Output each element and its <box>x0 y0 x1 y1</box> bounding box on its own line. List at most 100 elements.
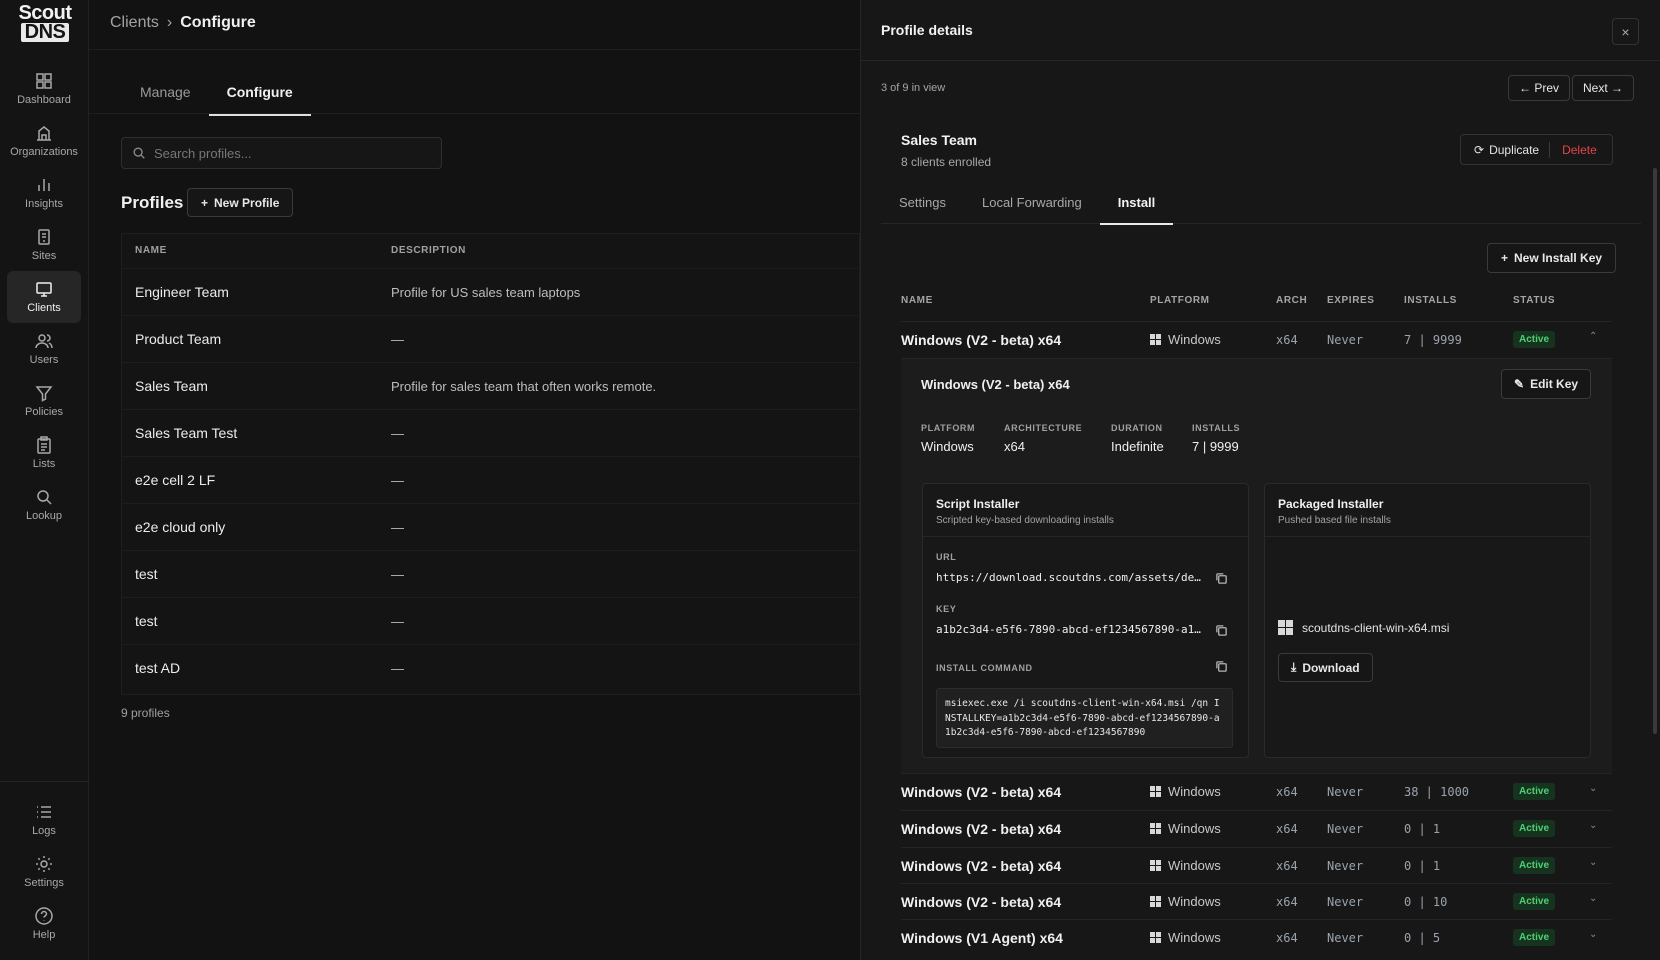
chevron-down-icon[interactable]: ⌄ <box>1589 893 1597 904</box>
install-command-value[interactable]: msiexec.exe /i scoutdns-client-win-x64.m… <box>936 688 1233 748</box>
tab-install[interactable]: Install <box>1099 183 1174 225</box>
meta-installs: INSTALLS 7 | 9999 <box>1192 423 1240 454</box>
profile-description: — <box>391 660 404 676</box>
new-profile-button[interactable]: + New Profile <box>187 188 294 217</box>
table-row[interactable]: Windows (V2 - beta) x64 Windows x64 Neve… <box>901 810 1612 847</box>
bar-chart-icon <box>38 179 50 191</box>
table-row[interactable]: e2e cell 2 LF — <box>122 456 861 503</box>
users-icon <box>35 334 53 349</box>
status-badge: Active <box>1513 331 1556 348</box>
new-install-key-button[interactable]: + New Install Key <box>1487 243 1617 273</box>
chevron-down-icon[interactable]: ⌄ <box>1589 929 1597 940</box>
table-row[interactable]: Sales Team Test — <box>122 409 861 456</box>
table-row[interactable]: Windows (V2 - beta) x64 Windows x64 Neve… <box>901 847 1612 884</box>
list-icon <box>37 806 51 818</box>
status-badge: Active <box>1513 820 1556 837</box>
chevron-down-icon[interactable]: ⌄ <box>1589 857 1597 868</box>
tab-local-forwarding[interactable]: Local Forwarding <box>964 183 1100 224</box>
sidebar-item-lookup[interactable]: Lookup <box>7 479 81 531</box>
key-arch: x64 <box>1276 333 1298 347</box>
sidebar-item-dashboard[interactable]: Dashboard <box>7 63 81 115</box>
meta-value: Indefinite <box>1111 439 1164 454</box>
sidebar-item-insights[interactable]: Insights <box>7 167 81 219</box>
meta-label: DURATION <box>1111 423 1163 433</box>
table-row[interactable]: Product Team — <box>122 315 861 362</box>
breadcrumb-separator: › <box>166 14 173 31</box>
key-name: Windows (V2 - beta) x64 <box>901 858 1062 874</box>
tab-manage[interactable]: Manage <box>122 70 209 116</box>
tab-configure[interactable]: Configure <box>208 70 311 116</box>
copy-url-button[interactable] <box>1215 572 1227 584</box>
logo[interactable]: Scout DNS <box>17 3 73 42</box>
table-row[interactable]: Windows (V2 - beta) x64 Windows x64 Neve… <box>901 321 1612 358</box>
tab-settings[interactable]: Settings <box>881 183 964 224</box>
card-subtitle: Scripted key-based downloading installs <box>936 515 1114 526</box>
column-header-name: NAME <box>901 295 933 306</box>
building-icon <box>37 126 51 141</box>
profile-name: e2e cloud only <box>135 519 226 535</box>
key-expires: Never <box>1327 931 1364 945</box>
table-row[interactable]: Sales Team Profile for sales team that of… <box>122 362 861 409</box>
sidebar-item-help[interactable]: Help <box>7 898 81 950</box>
prev-button[interactable]: ← Prev <box>1508 75 1571 101</box>
enrolled-count: 8 clients enrolled <box>901 155 992 169</box>
key-expires: Never <box>1327 333 1364 347</box>
windows-icon <box>1150 786 1161 797</box>
profile-details-drawer: Profile details × 3 of 9 in view ← Prev … <box>860 0 1660 960</box>
close-button[interactable]: × <box>1612 18 1639 45</box>
table-row[interactable]: Windows (V1 Agent) x64 Windows x64 Never… <box>901 919 1612 956</box>
sidebar-item-settings[interactable]: Settings <box>7 846 81 898</box>
platform-label: Windows <box>1168 930 1221 945</box>
table-row[interactable]: e2e cloud only — <box>122 503 861 550</box>
table-row[interactable]: Windows (V2 - beta) x64 Windows x64 Neve… <box>901 883 1612 920</box>
copy-key-button[interactable] <box>1215 624 1227 636</box>
sidebar-item-policies[interactable]: Policies <box>7 375 81 427</box>
download-icon: ⤓ <box>1291 660 1297 674</box>
edit-key-label: Edit Key <box>1530 377 1579 391</box>
table-row[interactable]: test AD — <box>122 644 861 691</box>
breadcrumb-parent[interactable]: Clients <box>110 14 159 32</box>
help-icon <box>35 907 53 925</box>
windows-icon <box>1278 620 1293 635</box>
sidebar-item-logs[interactable]: Logs <box>7 794 81 846</box>
duplicate-button[interactable]: ⟳ Duplicate <box>1461 143 1549 157</box>
edit-key-button[interactable]: ✎ Edit Key <box>1501 369 1592 399</box>
chevron-up-icon[interactable]: ⌃ <box>1589 331 1597 342</box>
next-button[interactable]: Next → <box>1572 75 1635 101</box>
installer-file: scoutdns-client-win-x64.msi <box>1278 620 1449 635</box>
sidebar: Scout DNS Dashboard Organizations Insigh… <box>0 0 89 960</box>
table-row[interactable]: Windows (V2 - beta) x64 Windows x64 Neve… <box>901 773 1612 810</box>
url-value[interactable]: https://download.scoutdns.com/assets/de… <box>936 571 1201 584</box>
sidebar-item-sites[interactable]: Sites <box>7 219 81 271</box>
key-name: Windows (V2 - beta) x64 <box>901 894 1062 910</box>
delete-button[interactable]: Delete <box>1550 143 1609 157</box>
sidebar-item-lists[interactable]: Lists <box>7 427 81 479</box>
sidebar-item-users[interactable]: Users <box>7 323 81 375</box>
column-header-arch: ARCH <box>1276 295 1308 306</box>
profile-description: — <box>391 425 404 441</box>
profile-title: Sales Team <box>901 132 978 148</box>
download-label: Download <box>1302 660 1360 675</box>
table-row[interactable]: test — <box>122 597 861 644</box>
sidebar-item-clients[interactable]: Clients <box>7 271 81 323</box>
profile-name: test <box>135 566 158 582</box>
key-expires: Never <box>1327 822 1364 836</box>
chevron-down-icon[interactable]: ⌄ <box>1589 820 1597 831</box>
windows-icon <box>1150 932 1161 943</box>
key-value[interactable]: a1b2c3d4-e5f6-7890-abcd-ef1234567890-a1… <box>936 623 1201 636</box>
copy-command-button[interactable] <box>1215 660 1227 672</box>
meta-value: x64 <box>1004 439 1025 454</box>
search-icon <box>37 490 52 505</box>
download-button[interactable]: ⤓ Download <box>1278 653 1373 682</box>
sidebar-item-label: Lists <box>32 458 56 470</box>
search-input[interactable] <box>154 145 414 161</box>
chevron-down-icon[interactable]: ⌄ <box>1589 783 1597 794</box>
table-row[interactable]: test — <box>122 550 861 597</box>
sidebar-item-organizations[interactable]: Organizations <box>7 115 81 167</box>
profiles-title: Profiles <box>121 193 184 212</box>
drawer-scrollbar[interactable] <box>1653 168 1657 734</box>
new-profile-label: New Profile <box>214 195 280 210</box>
filter-icon <box>35 386 53 402</box>
table-row[interactable]: Engineer Team Profile for US sales team l… <box>122 268 861 315</box>
key-platform: Windows <box>1150 858 1221 873</box>
